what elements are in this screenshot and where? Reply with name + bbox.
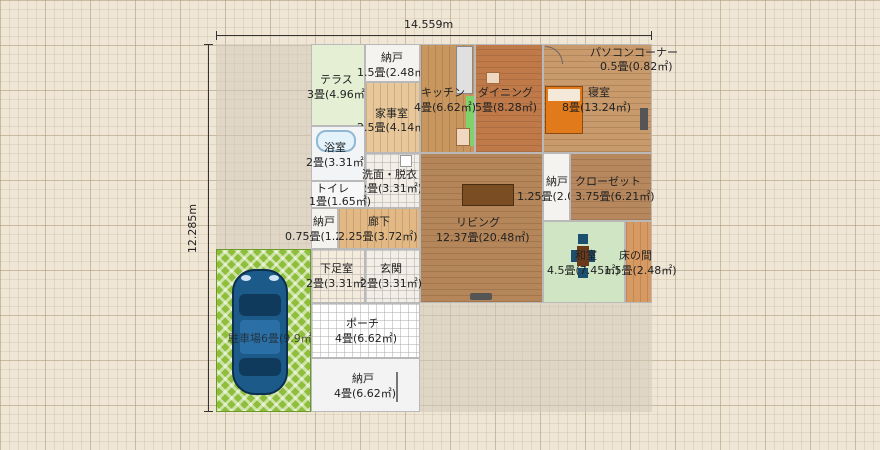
washroom-area: 2畳(3.31㎡)	[360, 182, 423, 195]
storage-top-area: 1.5畳(2.48㎡)	[357, 66, 430, 79]
entrance-area: 2畳(3.31㎡)	[360, 277, 423, 290]
bath-area: 2畳(3.31㎡)	[306, 156, 369, 169]
storage-mid-name: 納戸	[546, 175, 568, 188]
parking-area-text: 6畳(9.9㎡)	[261, 332, 317, 345]
japanese-name: 和室	[575, 249, 597, 262]
living-area: 12.37畳(20.48㎡)	[436, 231, 530, 244]
hallway-name: 廊下	[368, 215, 390, 228]
shoe-room-name: 下足室	[320, 262, 353, 275]
utility-area: 2.5畳(4.14㎡)	[357, 121, 430, 134]
dining-area: 5畳(8.28㎡)	[475, 101, 538, 114]
bedroom-area: 8畳(13.24㎡)	[562, 101, 632, 114]
sofa-icon	[462, 184, 514, 206]
entrance-name: 玄関	[380, 262, 402, 275]
tokonoma-room[interactable]	[625, 221, 652, 303]
wardrobe-icon	[640, 108, 648, 130]
height-dimension-tick-bottom	[204, 411, 213, 412]
tokonoma-area: 1.5畳(2.48㎡)	[604, 264, 677, 277]
entrance-room[interactable]	[365, 249, 420, 303]
bath-name: 浴室	[324, 141, 346, 154]
height-dimension-line	[208, 44, 209, 412]
bicycle-icon	[396, 372, 406, 402]
width-dimension-tick-right	[651, 31, 652, 40]
porch-name: ポーチ	[346, 317, 379, 330]
pc-corner-name: パソコンコーナー	[590, 46, 678, 59]
hallway-area: 2.25畳(3.72㎡)	[338, 230, 418, 243]
porch-area-text: 4畳(6.62㎡)	[335, 332, 398, 345]
tokonoma-name: 床の間	[619, 249, 652, 262]
utility-name: 家事室	[375, 107, 408, 120]
storage-bottom-name: 納戸	[352, 372, 374, 385]
kitchen-area: 4畳(6.62㎡)	[414, 101, 477, 114]
parking-name: 駐車場	[228, 332, 261, 345]
terrace-area: 3畳(4.96㎡)	[307, 88, 370, 101]
width-dimension-tick-left	[216, 31, 217, 40]
kitchen-name: キッチン	[421, 86, 465, 99]
storage-small-name: 納戸	[313, 215, 335, 228]
closet-name: クローゼット	[575, 175, 641, 188]
bedroom-name: 寝室	[588, 86, 610, 99]
washbasin-icon	[400, 155, 412, 167]
dining-chair-icon	[486, 72, 500, 84]
dining-chair-icon-2	[456, 128, 470, 146]
living-name: リビング	[456, 216, 500, 229]
parking-label: 駐車場6畳(9.9㎡)	[228, 332, 316, 345]
shoe-room-area: 2畳(3.31㎡)	[306, 277, 369, 290]
toilet-name: トイレ	[316, 182, 349, 195]
width-dimension-line	[216, 35, 652, 36]
washroom-name: 洗面・脱衣	[362, 168, 417, 181]
storage-top-name: 納戸	[381, 51, 403, 64]
toilet-area: 1畳(1.65㎡)	[309, 195, 372, 208]
terrace-name: テラス	[320, 73, 353, 86]
width-dimension-label: 14.559m	[404, 18, 454, 31]
pillow-icon	[548, 89, 580, 101]
tv-icon	[470, 293, 492, 300]
height-dimension-label: 12.285m	[186, 203, 200, 254]
shoe-room[interactable]	[311, 249, 365, 303]
height-dimension-tick-top	[204, 44, 213, 45]
porch-area[interactable]	[311, 303, 420, 358]
closet-area: 3.75畳(6.21㎡)	[575, 190, 655, 203]
pc-corner-area: 0.5畳(0.82㎡)	[600, 60, 673, 73]
storage-bottom-area: 4畳(6.62㎡)	[334, 387, 397, 400]
dining-name: ダイニング	[478, 86, 533, 99]
